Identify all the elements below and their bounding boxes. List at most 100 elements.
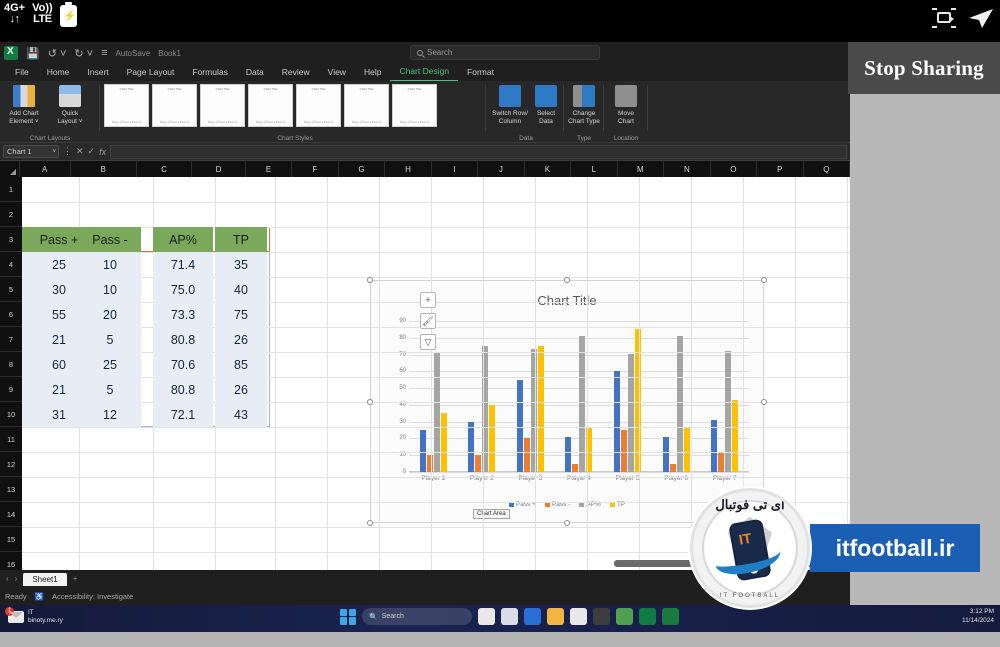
chart-resize-handle[interactable] — [367, 398, 373, 405]
table-value-cell[interactable]: 20 — [79, 302, 141, 327]
row-header-4[interactable]: 4 — [0, 252, 22, 277]
document-name-label[interactable]: Book1 — [158, 49, 181, 58]
accessibility-icon[interactable]: ♿ — [35, 592, 44, 601]
excel-icon[interactable] — [639, 608, 656, 625]
table-value-cell[interactable]: 85 — [215, 352, 267, 377]
screen-cast-icon[interactable] — [932, 8, 956, 28]
column-header-B[interactable]: B — [71, 161, 137, 177]
office-icon[interactable] — [662, 608, 679, 625]
accessibility-label[interactable]: Accessibility: Investigate — [52, 592, 133, 601]
taskbar-search[interactable]: 🔍 Search — [362, 608, 472, 625]
chart-category-group[interactable]: Player 6 — [652, 321, 701, 482]
table-value-cell[interactable]: 10 — [79, 252, 141, 277]
redo-icon[interactable]: ↻ ˅ — [74, 47, 93, 60]
chart-resize-handle[interactable] — [761, 398, 767, 405]
chart-bar[interactable] — [440, 413, 447, 472]
ribbon-tab-formulas[interactable]: Formulas — [183, 64, 236, 81]
switch-row-column-button[interactable]: Switch Row/Column — [490, 85, 530, 125]
chart-bar[interactable] — [572, 463, 579, 472]
column-header-Q[interactable]: Q — [804, 161, 850, 177]
column-header-F[interactable]: F — [292, 161, 339, 177]
add-chart-element-button[interactable]: Add Chart Element ˅ — [4, 85, 44, 125]
row-header-14[interactable]: 14 — [0, 502, 22, 527]
sheet-tab-sheet1[interactable]: Sheet1 — [23, 573, 67, 586]
chart-filters-button[interactable]: ▽ — [420, 334, 436, 350]
select-all-corner[interactable] — [0, 161, 20, 177]
row-header-1[interactable]: 1 — [0, 177, 22, 202]
column-header-K[interactable]: K — [525, 161, 572, 177]
chart-bar[interactable] — [732, 399, 739, 472]
chart-resize-handle[interactable] — [761, 277, 767, 283]
row-header-15[interactable]: 15 — [0, 527, 22, 552]
column-header-M[interactable]: M — [618, 161, 665, 177]
table-header-cell[interactable]: Pass - — [79, 227, 141, 252]
chevron-right-icon[interactable]: › — [15, 574, 18, 583]
chart-bar[interactable] — [537, 346, 544, 472]
file-explorer-icon[interactable] — [547, 608, 564, 625]
row-header-11[interactable]: 11 — [0, 427, 22, 452]
row-header-7[interactable]: 7 — [0, 327, 22, 352]
share-send-icon[interactable] — [968, 7, 994, 29]
taskbar-clock[interactable]: 3:12 PM 11/14/2024 — [962, 608, 994, 625]
column-header-D[interactable]: D — [192, 161, 246, 177]
name-box[interactable]: Chart 1 ˅ — [3, 145, 59, 158]
row-header-12[interactable]: 12 — [0, 452, 22, 477]
chart-bar[interactable] — [489, 404, 496, 472]
chart-bar[interactable] — [662, 436, 669, 472]
ribbon-tab-insert[interactable]: Insert — [78, 64, 117, 81]
table-value-cell[interactable]: 75 — [215, 302, 267, 327]
chart-bar[interactable] — [628, 353, 635, 472]
ribbon-tab-data[interactable]: Data — [237, 64, 273, 81]
stop-sharing-button[interactable]: Stop Sharing — [848, 42, 1000, 94]
table-value-cell[interactable]: 26 — [215, 327, 267, 352]
taskbar-notification[interactable]: 1 IT binoty.me.ry — [5, 606, 63, 624]
chart-bar[interactable] — [523, 438, 530, 472]
save-icon[interactable]: 💾 — [26, 47, 40, 60]
chart-bar[interactable] — [530, 349, 537, 472]
chart-bar[interactable] — [669, 463, 676, 472]
chart-bar[interactable] — [433, 352, 440, 472]
row-header-8[interactable]: 8 — [0, 352, 22, 377]
chart-bar[interactable] — [565, 436, 572, 472]
chart-category-group[interactable]: Player 7 — [700, 321, 749, 482]
ribbon-tab-page-layout[interactable]: Page Layout — [118, 64, 184, 81]
row-header-5[interactable]: 5 — [0, 277, 22, 302]
chart-bar[interactable] — [614, 371, 621, 472]
insert-function-icon[interactable]: fx — [99, 147, 106, 157]
widgets-icon[interactable] — [501, 608, 518, 625]
chart-plot-area[interactable]: 0 10 20 30 40 50 60 70 80 90 Player 1 Player 2 Playe… — [399, 318, 749, 482]
chart-category-group[interactable]: Player 4 — [555, 321, 604, 482]
chart-resize-handle[interactable] — [564, 520, 570, 526]
chart-category-group[interactable]: Player 5 — [603, 321, 652, 482]
chart-category-group[interactable]: Player 3 — [506, 321, 555, 482]
chart-category-group[interactable]: Player 2 — [458, 321, 507, 482]
ribbon-tab-home[interactable]: Home — [38, 64, 79, 81]
formula-input[interactable] — [110, 144, 847, 159]
column-header-L[interactable]: L — [571, 161, 618, 177]
autosave-label[interactable]: AutoSave — [116, 49, 151, 58]
column-header-J[interactable]: J — [478, 161, 525, 177]
table-value-cell[interactable]: 72.1 — [153, 402, 213, 427]
table-header-cell[interactable]: TP — [215, 227, 267, 252]
windows-start-icon[interactable] — [340, 608, 356, 625]
column-header-O[interactable]: O — [711, 161, 758, 177]
chevron-left-icon[interactable]: ‹ — [6, 574, 9, 583]
table-value-cell[interactable]: 12 — [79, 402, 141, 427]
chart-resize-handle[interactable] — [367, 277, 373, 283]
column-header-N[interactable]: N — [664, 161, 711, 177]
chart-bar[interactable] — [718, 451, 725, 472]
table-value-cell[interactable]: 73.3 — [153, 302, 213, 327]
chart-resize-handle[interactable] — [564, 277, 570, 283]
row-header-2[interactable]: 2 — [0, 202, 22, 227]
column-header-G[interactable]: G — [339, 161, 386, 177]
move-chart-button[interactable]: Move Chart — [606, 85, 646, 125]
change-chart-type-button[interactable]: Change Chart Type — [564, 85, 604, 125]
chart-bar[interactable] — [683, 428, 690, 472]
column-header-E[interactable]: E — [246, 161, 293, 177]
table-value-cell[interactable]: 5 — [79, 327, 141, 352]
cancel-icon[interactable]: ✕ — [76, 146, 84, 157]
quick-layout-button[interactable]: Quick Layout ˅ — [50, 85, 90, 125]
chrome-icon[interactable] — [616, 608, 633, 625]
ribbon-tab-chart-design[interactable]: Chart Design — [390, 63, 459, 82]
ribbon-tab-format[interactable]: Format — [458, 64, 503, 81]
